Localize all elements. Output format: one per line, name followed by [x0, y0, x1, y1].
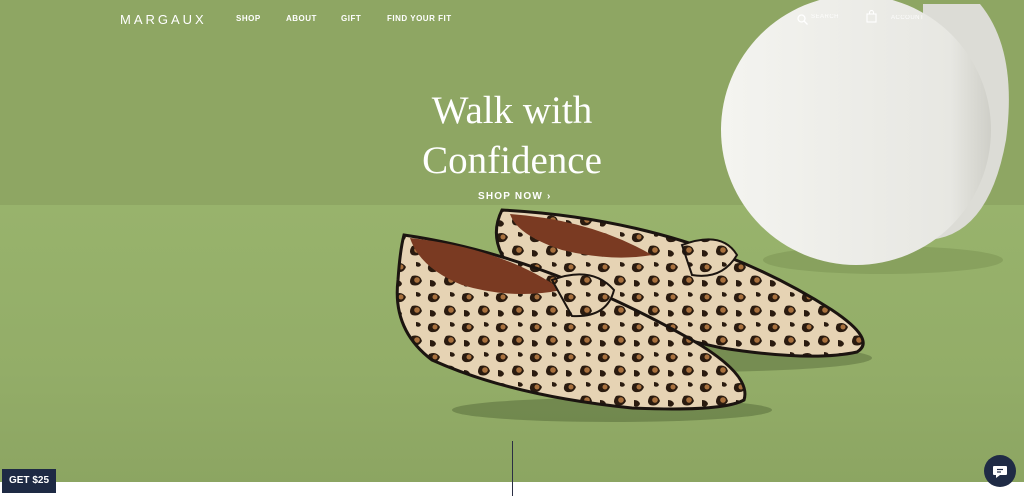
hero-headline-line1: Walk with — [431, 89, 593, 132]
search-icon — [797, 12, 808, 30]
search-button[interactable]: SEARCH — [797, 10, 840, 26]
hero-headline: Walk with Confidence — [380, 86, 644, 186]
promo-get-25-button[interactable]: GET $25 — [2, 469, 56, 493]
chat-icon — [993, 466, 1007, 478]
nav-link-gift[interactable]: GIFT — [341, 14, 361, 23]
search-label: SEARCH — [811, 14, 840, 20]
nav-link-find-your-fit[interactable]: FIND YOUR FIT — [387, 14, 452, 23]
nav-link-about[interactable]: ABOUT — [286, 14, 317, 23]
nav-link-shop[interactable]: SHOP — [236, 14, 261, 23]
hero-headline-line2: Confidence — [422, 139, 602, 182]
scroll-indicator-line — [512, 441, 513, 496]
account-label: ACCOUNT — [891, 15, 925, 21]
brand-logo[interactable]: MARGAUX — [120, 12, 207, 27]
leopard-loafers-image — [392, 200, 882, 430]
top-nav: MARGAUX SHOP ABOUT GIFT FIND YOUR FIT SE… — [0, 0, 1024, 40]
shop-now-link[interactable]: SHOP NOW › — [478, 191, 551, 202]
bag-icon — [866, 9, 877, 28]
hero-banner: MARGAUX SHOP ABOUT GIFT FIND YOUR FIT SE… — [0, 0, 1024, 482]
chat-button[interactable] — [984, 455, 1016, 487]
account-button[interactable]: ACCOUNT — [866, 9, 925, 28]
